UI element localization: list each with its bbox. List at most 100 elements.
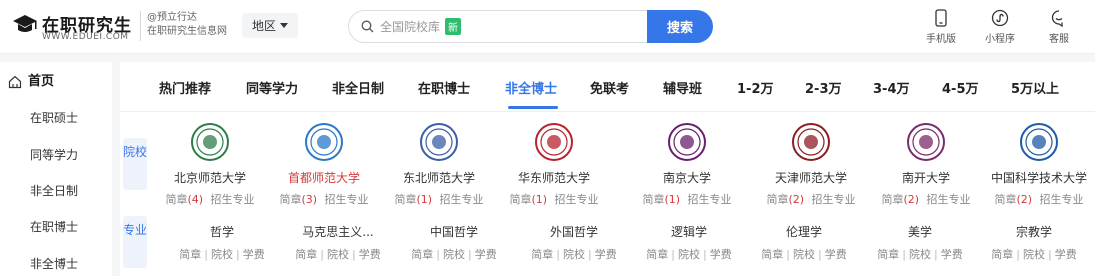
tab-exam-free[interactable]: 免联考 [590, 78, 629, 97]
major-name[interactable]: 中国哲学 [396, 223, 512, 240]
major-links: 简章 | 院校 | 学费 [516, 246, 632, 262]
major-name[interactable]: 逻辑学 [631, 223, 747, 240]
major-link[interactable]: 简章 [646, 248, 668, 261]
tab-equivalent[interactable]: 同等学力 [246, 78, 298, 97]
school-brief-count: (2) [788, 193, 805, 206]
school-brief-link[interactable]: 简章(2) [766, 193, 804, 206]
school-enroll-link[interactable]: 招生专业 [812, 193, 856, 206]
separator: | [934, 248, 938, 261]
school-name[interactable]: 中国科学技术大学 [981, 169, 1095, 186]
major-link[interactable]: 简章 [761, 248, 783, 261]
school-brief-link[interactable]: 简章(3) [279, 193, 317, 206]
tab-price-4-5[interactable]: 4-5万 [942, 78, 979, 97]
major-link[interactable]: 院校 [1023, 248, 1045, 261]
major-link[interactable]: 简章 [179, 248, 201, 261]
school-enroll-link[interactable]: 招生专业 [927, 193, 971, 206]
major-link[interactable]: 学费 [475, 248, 497, 261]
school-name[interactable]: 南开大学 [868, 169, 984, 186]
school-seal-icon[interactable] [1019, 122, 1059, 162]
major-link[interactable]: 学费 [1055, 248, 1077, 261]
school-enroll-link[interactable]: 招生专业 [1040, 193, 1084, 206]
major-link[interactable]: 院校 [211, 248, 233, 261]
mobile-version-label: 手机版 [926, 34, 956, 45]
school-brief-link[interactable]: 简章(1) [394, 193, 432, 206]
major-link[interactable]: 学费 [243, 248, 265, 261]
search-button[interactable]: 搜索 [647, 10, 713, 43]
tab-tutoring[interactable]: 辅导班 [663, 78, 702, 97]
separator: | [786, 248, 790, 261]
school-enroll-link[interactable]: 招生专业 [325, 193, 369, 206]
major-card: 美学 简章 | 院校 | 学费 [862, 223, 978, 262]
school-name[interactable]: 东北师范大学 [381, 169, 497, 186]
tab-price-2-3[interactable]: 2-3万 [805, 78, 842, 97]
customer-service-link[interactable]: 客服 [1034, 9, 1084, 45]
sidebar-item-non-fulltime[interactable]: 非全日制 [0, 181, 112, 201]
tab-non-fulltime[interactable]: 非全日制 [332, 78, 384, 97]
school-enroll-link[interactable]: 招生专业 [555, 193, 599, 206]
school-brief-link[interactable]: 简章(4) [165, 193, 203, 206]
school-seal-icon[interactable] [534, 122, 574, 162]
school-enroll-link[interactable]: 招生专业 [688, 193, 732, 206]
site-logo[interactable]: 在职研究生 WWW.EDUEI.COM [12, 10, 132, 44]
major-link[interactable]: 学费 [595, 248, 617, 261]
tab-non-fulltime-phd[interactable]: 非全博士 [505, 78, 557, 97]
major-link[interactable]: 学费 [941, 248, 963, 261]
school-brief-link[interactable]: 简章(2) [881, 193, 919, 206]
major-link[interactable]: 简章 [295, 248, 317, 261]
school-card: 南开大学简章(2) 招生专业 [868, 122, 984, 207]
tab-price-5-plus[interactable]: 5万以上 [1011, 78, 1059, 97]
mini-program-link[interactable]: 小程序 [975, 9, 1025, 45]
major-name[interactable]: 美学 [862, 223, 978, 240]
school-enroll-link[interactable]: 招生专业 [211, 193, 255, 206]
major-link[interactable]: 简章 [991, 248, 1013, 261]
school-seal-icon[interactable] [667, 122, 707, 162]
major-name[interactable]: 伦理学 [746, 223, 862, 240]
sidebar-item-parttime-phd[interactable]: 在职博士 [0, 217, 112, 237]
major-link[interactable]: 院校 [909, 248, 931, 261]
tab-parttime-phd[interactable]: 在职博士 [418, 78, 470, 97]
major-link[interactable]: 简章 [531, 248, 553, 261]
major-link[interactable]: 院校 [678, 248, 700, 261]
separator: | [320, 248, 324, 261]
mobile-version-link[interactable]: 手机版 [916, 9, 966, 45]
school-brief-label: 简章 [881, 193, 904, 206]
school-name[interactable]: 南京大学 [629, 169, 745, 186]
school-brief-link[interactable]: 简章(2) [994, 193, 1032, 206]
separator [205, 193, 209, 206]
major-name[interactable]: 哲学 [164, 223, 280, 240]
major-link[interactable]: 院校 [563, 248, 585, 261]
major-link[interactable]: 学费 [359, 248, 381, 261]
school-card: 东北师范大学简章(1) 招生专业 [381, 122, 497, 207]
sidebar-item-home[interactable]: 首页 [0, 72, 112, 92]
major-link[interactable]: 简章 [877, 248, 899, 261]
school-name[interactable]: 北京师范大学 [152, 169, 268, 186]
major-name[interactable]: 外国哲学 [516, 223, 632, 240]
school-seal-icon[interactable] [791, 122, 831, 162]
major-link[interactable]: 院校 [327, 248, 349, 261]
major-link[interactable]: 学费 [825, 248, 847, 261]
school-enroll-link[interactable]: 招生专业 [440, 193, 484, 206]
school-name[interactable]: 天津师范大学 [753, 169, 869, 186]
major-name[interactable]: 马克思主义... [280, 223, 396, 240]
tab-hot[interactable]: 热门推荐 [159, 78, 211, 97]
school-seal-icon[interactable] [190, 122, 230, 162]
school-seal-icon[interactable] [906, 122, 946, 162]
tab-price-1-2[interactable]: 1-2万 [737, 78, 774, 97]
school-name[interactable]: 华东师范大学 [496, 169, 612, 186]
school-name[interactable]: 首都师范大学 [266, 169, 382, 186]
school-seal-icon[interactable] [304, 122, 344, 162]
school-brief-link[interactable]: 简章(1) [509, 193, 547, 206]
sidebar-item-parttime-master[interactable]: 在职硕士 [0, 108, 112, 128]
major-link[interactable]: 院校 [793, 248, 815, 261]
major-link[interactable]: 学费 [710, 248, 732, 261]
tab-price-3-4[interactable]: 3-4万 [873, 78, 910, 97]
sidebar-item-non-fulltime-phd[interactable]: 非全博士 [0, 254, 112, 274]
search-input[interactable]: 全国院校库 新 [348, 10, 648, 43]
school-seal-icon[interactable] [419, 122, 459, 162]
major-link[interactable]: 院校 [443, 248, 465, 261]
sidebar-item-equivalent[interactable]: 同等学力 [0, 145, 112, 165]
major-link[interactable]: 简章 [411, 248, 433, 261]
school-brief-link[interactable]: 简章(1) [642, 193, 680, 206]
region-select[interactable]: 地区 [242, 13, 298, 38]
major-name[interactable]: 宗教学 [976, 223, 1092, 240]
